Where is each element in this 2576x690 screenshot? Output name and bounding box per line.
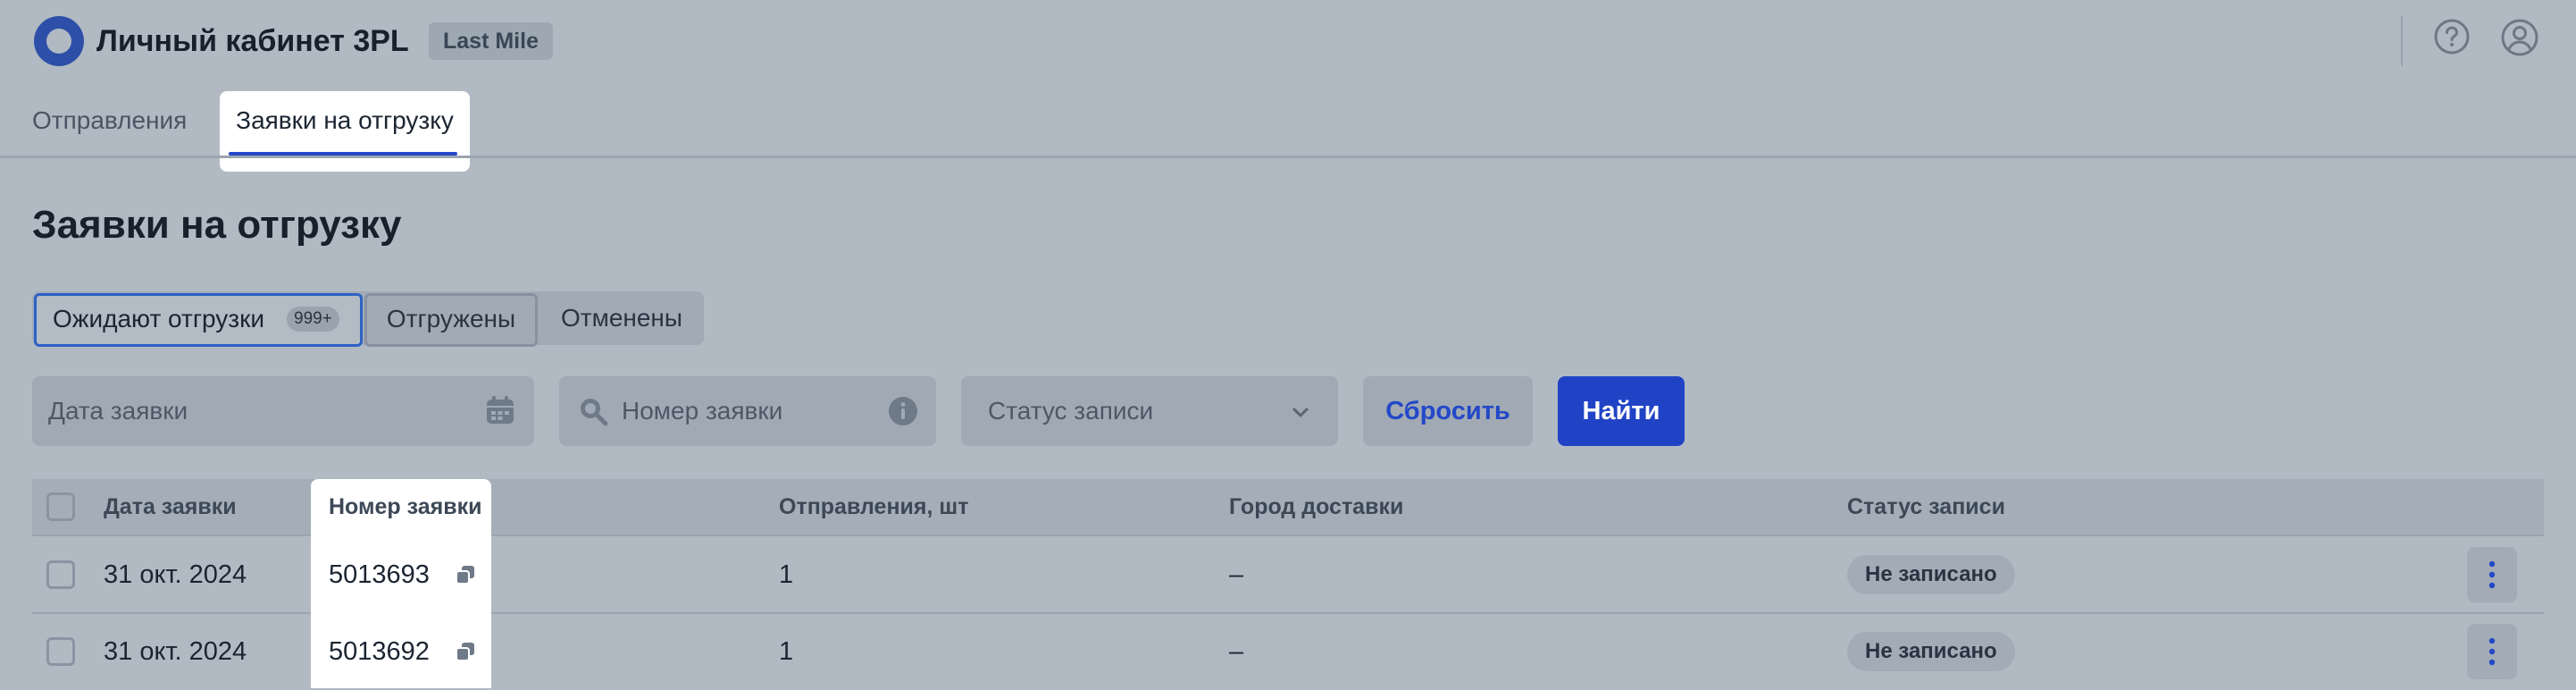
- brand-logo-icon: [34, 16, 84, 66]
- tab-shipment-requests[interactable]: Заявки на отгрузку: [220, 91, 470, 172]
- request-number-search-input[interactable]: Номер заявки: [559, 376, 936, 446]
- row-request-number[interactable]: 5013692: [329, 613, 430, 690]
- more-vertical-icon: [2488, 637, 2496, 666]
- tab-label: Заявки на отгрузку: [236, 106, 454, 134]
- record-status-select[interactable]: Статус записи: [961, 376, 1338, 446]
- row-request-number[interactable]: 5013693: [329, 536, 430, 613]
- segment-label: Ожидают отгрузки: [53, 305, 265, 332]
- status-badge: Не записано: [1847, 555, 2015, 594]
- row-city: –: [1229, 560, 1244, 589]
- info-icon[interactable]: [888, 396, 918, 426]
- chevron-down-icon: [1290, 401, 1311, 423]
- row-actions-button[interactable]: [2467, 624, 2517, 679]
- row-checkbox[interactable]: [46, 637, 75, 666]
- row-actions-button[interactable]: [2467, 547, 2517, 602]
- column-header-city[interactable]: Город доставки: [1229, 479, 1403, 534]
- find-button[interactable]: Найти: [1558, 376, 1685, 446]
- copy-icon[interactable]: [456, 565, 475, 585]
- tabs-divider: [0, 156, 2576, 158]
- select-all-checkbox[interactable]: [46, 492, 75, 521]
- count-badge: 999+: [287, 307, 339, 332]
- header-divider: [2401, 16, 2403, 66]
- copy-icon[interactable]: [456, 642, 475, 661]
- column-header-status[interactable]: Статус записи: [1847, 479, 2005, 534]
- user-icon[interactable]: [2500, 18, 2539, 57]
- date-placeholder: Дата заявки: [48, 397, 188, 425]
- calendar-icon[interactable]: [484, 394, 516, 426]
- search-icon: [577, 395, 609, 427]
- date-filter-input[interactable]: Дата заявки: [32, 376, 534, 446]
- row-city: –: [1229, 637, 1244, 666]
- help-icon[interactable]: [2433, 18, 2471, 55]
- status-badge: Не записано: [1847, 632, 2015, 671]
- column-header-date[interactable]: Дата заявки: [104, 479, 237, 534]
- tab-shipments[interactable]: Отправления: [32, 91, 187, 172]
- reset-button[interactable]: Сбросить: [1363, 376, 1533, 446]
- segment-awaiting[interactable]: Ожидают отгрузки 999+: [34, 293, 363, 347]
- more-vertical-icon: [2488, 560, 2496, 589]
- row-shipments-count: 1: [779, 560, 794, 589]
- app-title: Личный кабинет 3PL: [96, 24, 409, 58]
- number-placeholder: Номер заявки: [622, 397, 783, 425]
- segment-cancelled[interactable]: Отменены: [539, 295, 704, 341]
- column-header-number[interactable]: Номер заявки: [329, 479, 481, 534]
- row-shipments-count: 1: [779, 637, 794, 666]
- product-badge: Last Mile: [429, 22, 553, 60]
- status-placeholder: Статус записи: [988, 397, 1154, 425]
- row-checkbox[interactable]: [46, 560, 75, 589]
- column-header-shipments[interactable]: Отправления, шт: [779, 479, 969, 534]
- row-date: 31 окт. 2024: [104, 637, 247, 666]
- page-title: Заявки на отгрузку: [32, 203, 402, 247]
- row-date: 31 окт. 2024: [104, 560, 247, 589]
- segment-shipped[interactable]: Отгружены: [364, 293, 538, 347]
